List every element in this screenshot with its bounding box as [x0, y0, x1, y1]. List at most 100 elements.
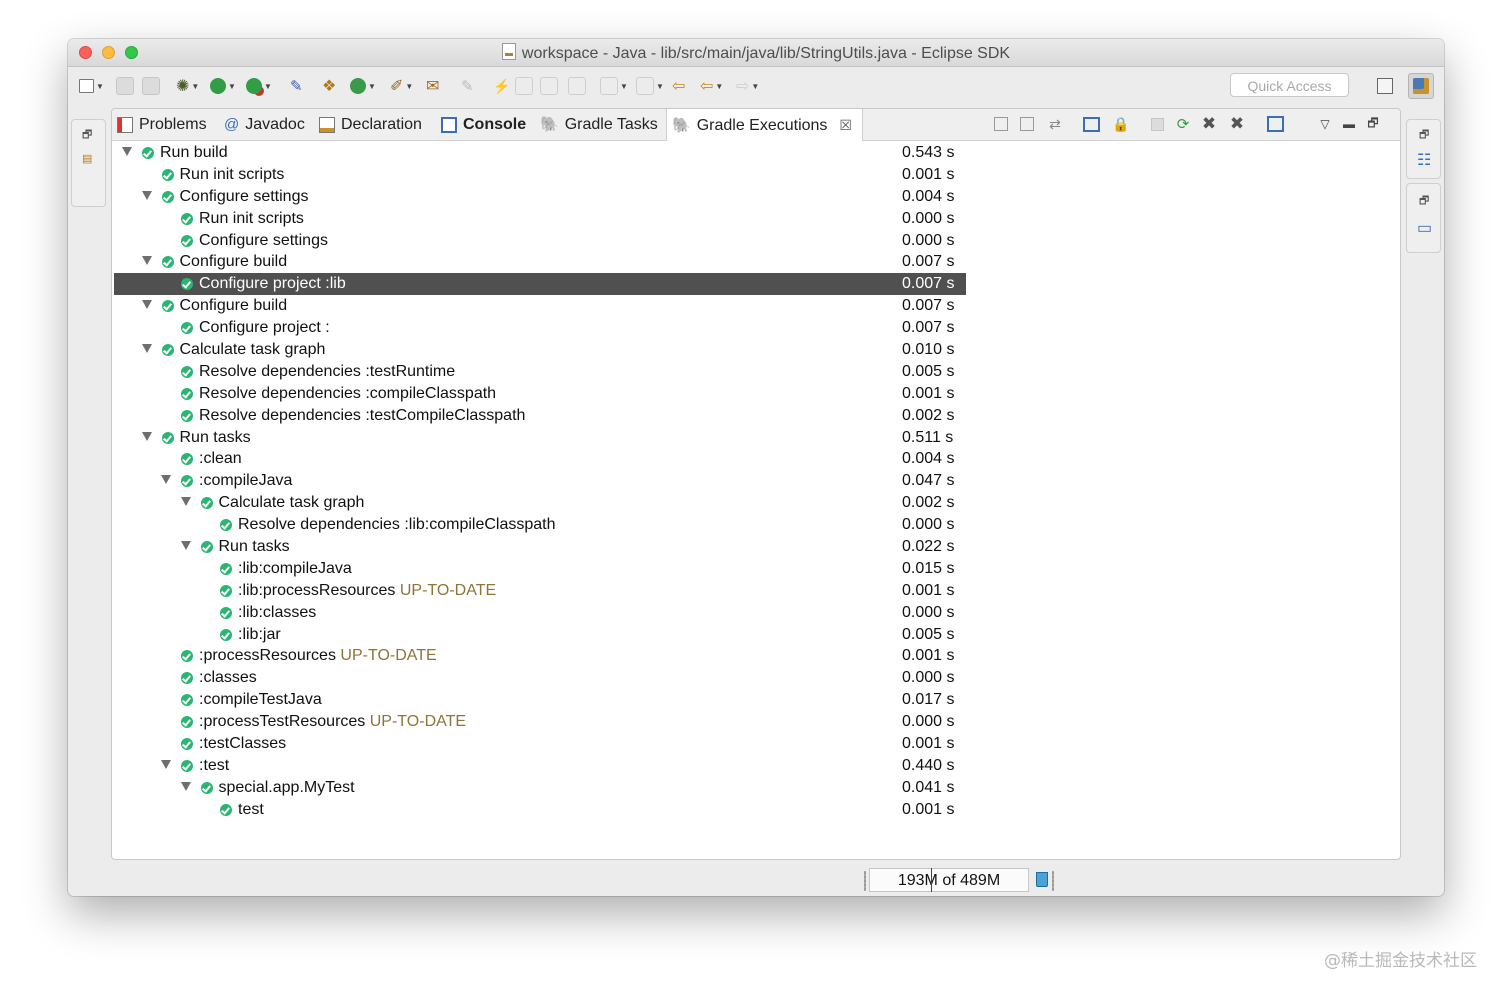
run-button[interactable]: ▼ [210, 76, 236, 96]
back-button[interactable]: ⇦ ▼ [700, 76, 723, 96]
tree-row[interactable]: Run build 0.543 s [114, 142, 966, 164]
next-edit-button[interactable]: ▼ [600, 76, 628, 96]
expand-all-icon[interactable] [992, 115, 1010, 133]
lock-icon[interactable]: 🔒 [1112, 115, 1130, 133]
restore-icon[interactable]: 🗗 [1419, 192, 1429, 211]
link-with-selection-icon[interactable]: ⇄ [1046, 115, 1064, 133]
last-edit-location-button[interactable]: ⇦ [672, 76, 685, 96]
expand-toggle-icon[interactable] [141, 344, 152, 354]
tree-row[interactable]: Configure build 0.007 s [114, 295, 966, 317]
restore-icon[interactable]: 🗗 [1419, 126, 1429, 145]
tab-gradle-executions[interactable]: 🐘 Gradle Executions ☒ [666, 109, 863, 141]
expand-toggle-icon[interactable] [161, 475, 171, 485]
forward-button[interactable]: ⇨ ▼ [736, 76, 759, 96]
external-tools-button[interactable]: ▼ [246, 76, 272, 96]
debug-button[interactable]: ✺ ▼ [176, 76, 199, 96]
tree-row[interactable]: Configure project : 0.007 s [114, 317, 966, 339]
tree-row[interactable]: :compileTestJava 0.017 s [114, 689, 966, 711]
tab-declaration[interactable]: Declaration [319, 109, 422, 140]
tree-row[interactable]: :classes 0.000 s [114, 667, 966, 689]
expand-toggle-icon[interactable] [180, 781, 191, 791]
task-list-icon[interactable]: ▭ [1417, 218, 1432, 238]
tree-row[interactable]: special.app.MyTest 0.041 s [114, 777, 966, 799]
tree-row[interactable]: Configure settings 0.000 s [114, 230, 966, 252]
outline-icon[interactable]: ☷ [1417, 150, 1431, 170]
tree-row[interactable]: Calculate task graph 0.010 s [114, 339, 966, 361]
tree-row[interactable]: :processResources UP-TO-DATE 0.001 s [114, 645, 966, 667]
tree-row[interactable]: Run tasks 0.511 s [114, 427, 966, 449]
expand-toggle-icon[interactable] [180, 497, 191, 507]
tree-row[interactable]: :processTestResources UP-TO-DATE 0.000 s [114, 711, 966, 733]
tab-gradle-tasks[interactable]: 🐘 Gradle Tasks [540, 109, 658, 140]
operation-name: Calculate task graph [218, 494, 365, 512]
expand-toggle-icon[interactable] [161, 759, 171, 769]
tree-row[interactable]: Configure build 0.007 s [114, 251, 966, 273]
expand-toggle-icon[interactable] [141, 431, 152, 441]
save-icon [116, 77, 134, 95]
tree-row[interactable]: Resolve dependencies :testCompileClasspa… [114, 405, 966, 427]
quick-access-input[interactable]: Quick Access [1230, 73, 1349, 97]
collapse-all-icon[interactable] [1018, 115, 1036, 133]
close-icon[interactable]: ☒ [839, 110, 852, 141]
prev-annotation-button[interactable] [515, 76, 533, 96]
expand-toggle-icon[interactable] [141, 190, 152, 200]
garbage-collect-button[interactable] [1033, 870, 1051, 890]
new-java-class-button[interactable]: ▼ [350, 76, 376, 96]
tree-row[interactable]: Resolve dependencies :compileClasspath 0.… [114, 383, 966, 405]
tree-row[interactable]: Run init scripts 0.000 s [114, 208, 966, 230]
tree-row[interactable]: :lib:compileJava 0.015 s [114, 558, 966, 580]
tree-row[interactable]: :clean 0.004 s [114, 448, 966, 470]
save-all-button[interactable] [142, 76, 160, 96]
new-java-package-icon: ❖ [322, 78, 337, 95]
prev-edit-button[interactable]: ▼ [636, 76, 664, 96]
tree-row[interactable]: :testClasses 0.001 s [114, 733, 966, 755]
remove-execution-icon[interactable]: ✖ [1200, 114, 1218, 133]
tree-row[interactable]: :lib:processResources UP-TO-DATE 0.001 s [114, 580, 966, 602]
toggle-mark-button[interactable]: ✎ [290, 76, 303, 96]
tab-console[interactable]: Console [441, 109, 526, 140]
remove-all-executions-icon[interactable]: ✖ [1228, 114, 1246, 133]
block-selection-button[interactable] [568, 76, 586, 96]
new-wizard-button[interactable]: ▼ [79, 76, 104, 96]
tree-row[interactable]: Run tasks 0.022 s [114, 536, 966, 558]
view-menu-icon[interactable]: ▽ [1316, 115, 1334, 133]
declaration-icon [319, 116, 335, 133]
tree-row[interactable]: Resolve dependencies :testRuntime 0.005 s [114, 361, 966, 383]
tab-javadoc[interactable]: @ Javadoc [224, 109, 305, 140]
save-button[interactable] [116, 76, 134, 96]
tree-row[interactable]: test 0.001 s [114, 799, 966, 821]
tree-row[interactable]: Run init scripts 0.001 s [114, 164, 966, 186]
expand-toggle-icon[interactable] [141, 300, 152, 310]
expand-toggle-icon[interactable] [180, 541, 191, 551]
operation-name: Configure build [179, 253, 288, 271]
show-console-icon[interactable] [1082, 115, 1100, 133]
tree-row[interactable]: :lib:jar 0.005 s [114, 624, 966, 646]
display-selected-icon[interactable] [1266, 115, 1284, 133]
open-perspective-button[interactable] [1375, 76, 1395, 96]
new-java-package-button[interactable]: ❖ [322, 76, 336, 96]
rerun-icon[interactable]: ⟳ [1174, 115, 1192, 133]
heap-status[interactable]: 193M of 489M [869, 868, 1029, 892]
tree-row[interactable]: Configure project :lib 0.007 s [114, 273, 966, 296]
tree-row[interactable]: Configure settings 0.004 s [114, 186, 966, 208]
annotation-button[interactable]: ✎ [461, 76, 474, 96]
tree-row[interactable]: :test 0.440 s [114, 755, 966, 777]
expand-toggle-icon[interactable] [122, 147, 132, 156]
tree-row[interactable]: :compileJava 0.047 s [114, 470, 966, 492]
tree-row[interactable]: Calculate task graph 0.002 s [114, 492, 966, 514]
tab-problems[interactable]: Problems [117, 109, 207, 140]
minimize-view-icon[interactable]: ▬ [1340, 115, 1358, 133]
java-perspective-button[interactable] [1408, 73, 1434, 99]
tree-row[interactable]: Resolve dependencies :lib:compileClasspa… [114, 514, 966, 536]
gradle-icon: 🐘 [540, 116, 559, 133]
next-annotation-button[interactable]: ⚡ [493, 76, 510, 96]
tree-row[interactable]: :lib:classes 0.000 s [114, 602, 966, 624]
package-explorer-icon[interactable]: ▤ [82, 152, 92, 165]
cancel-icon[interactable] [1148, 115, 1166, 133]
maximize-view-icon[interactable]: 🗗 [1364, 115, 1382, 133]
restore-icon[interactable]: 🗗 [82, 126, 92, 145]
open-type-button[interactable]: ✐ ▼ [390, 76, 413, 96]
expand-toggle-icon[interactable] [141, 256, 152, 266]
search-button[interactable]: ✉ [426, 76, 439, 96]
show-whitespace-button[interactable] [540, 76, 558, 96]
